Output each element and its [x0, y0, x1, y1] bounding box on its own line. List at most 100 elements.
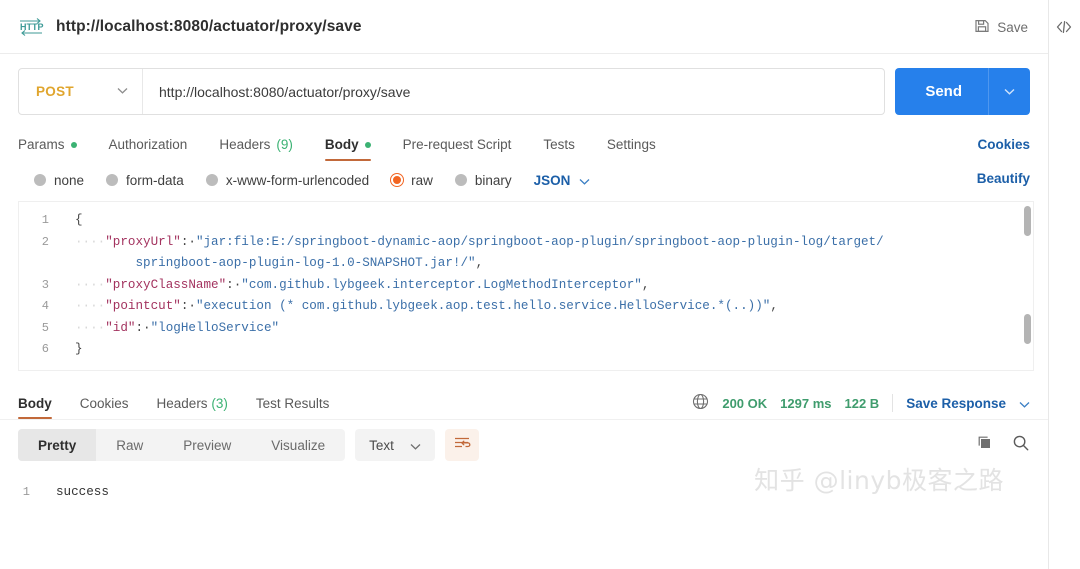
- line-content: ····"pointcut":·"execution (* com.github…: [61, 296, 778, 318]
- cookies-link[interactable]: Cookies: [977, 137, 1030, 152]
- line-content: springboot-aop-plugin-log-1.0-SNAPSHOT.j…: [61, 253, 483, 275]
- line-content: ····"proxyUrl":·"jar:file:E:/springboot-…: [61, 232, 884, 254]
- view-mode-preview[interactable]: Preview: [163, 429, 251, 461]
- request-body-editor[interactable]: 1 { 2 ····"proxyUrl":·"jar:file:E:/sprin…: [18, 201, 1034, 371]
- body-type-raw[interactable]: raw: [391, 173, 433, 188]
- body-type-form-data[interactable]: form-data: [106, 173, 184, 188]
- tab-authorization-label: Authorization: [109, 137, 188, 152]
- response-line-content: success: [42, 482, 109, 502]
- code-line-wrapped: springboot-aop-plugin-log-1.0-SNAPSHOT.j…: [19, 253, 1033, 275]
- send-button[interactable]: Send: [895, 68, 988, 115]
- body-type-binary-label: binary: [475, 173, 512, 188]
- line-number: 3: [19, 275, 61, 297]
- response-meta: 200 OK 1297 ms 122 B Save Response: [692, 393, 1030, 413]
- code-brackets-icon[interactable]: [1049, 14, 1080, 40]
- request-header: HTTP http://localhost:8080/actuator/prox…: [0, 0, 1048, 54]
- response-tab-test-results[interactable]: Test Results: [242, 396, 344, 419]
- response-format-dropdown[interactable]: Text: [355, 429, 435, 461]
- tab-authorization[interactable]: Authorization: [93, 137, 204, 161]
- body-type-urlencoded[interactable]: x-www-form-urlencoded: [206, 173, 369, 188]
- response-tab-cookies[interactable]: Cookies: [66, 396, 143, 419]
- radio-icon: [34, 174, 46, 186]
- globe-icon: [692, 393, 709, 413]
- radio-icon: [455, 174, 467, 186]
- tab-body-label: Body: [325, 137, 359, 152]
- tab-pre-request-script-label: Pre-request Script: [403, 137, 512, 152]
- save-button[interactable]: Save: [968, 13, 1034, 42]
- chevron-down-icon: [117, 87, 128, 97]
- chevron-down-icon[interactable]: [1019, 396, 1030, 411]
- word-wrap-icon: [453, 435, 471, 456]
- body-format-dropdown[interactable]: JSON: [534, 173, 591, 188]
- header-actions: Save: [968, 0, 1034, 54]
- line-content: }: [61, 339, 83, 361]
- editor-scrollbar[interactable]: [1022, 206, 1031, 366]
- response-time: 1297 ms: [780, 396, 831, 411]
- tab-headers[interactable]: Headers (9): [203, 137, 309, 161]
- response-toolbar-actions: [976, 429, 1030, 461]
- tab-params[interactable]: Params: [18, 137, 93, 161]
- request-tabs: Params Authorization Headers (9) Body Pr…: [0, 127, 1048, 161]
- line-number: 2: [19, 232, 61, 254]
- beautify-link[interactable]: Beautify: [977, 171, 1030, 186]
- response-tab-headers-label: Headers: [157, 396, 208, 411]
- code-line: 6 }: [19, 339, 1033, 361]
- view-mode-raw[interactable]: Raw: [96, 429, 163, 461]
- line-content: {: [61, 210, 83, 232]
- watermark: 知乎 @linyb极客之路: [754, 471, 1004, 491]
- page-title: http://localhost:8080/actuator/proxy/sav…: [56, 18, 362, 36]
- radio-selected-icon: [391, 174, 403, 186]
- tab-body[interactable]: Body: [309, 137, 387, 161]
- editor-lines: 1 { 2 ····"proxyUrl":·"jar:file:E:/sprin…: [19, 202, 1033, 370]
- tab-tests-label: Tests: [543, 137, 575, 152]
- save-response-button[interactable]: Save Response: [906, 396, 1006, 411]
- line-number: 1: [0, 482, 42, 502]
- line-number: 5: [19, 318, 61, 340]
- line-content: ····"proxyClassName":·"com.github.lybgee…: [61, 275, 649, 297]
- tab-settings-label: Settings: [607, 137, 656, 152]
- body-type-binary[interactable]: binary: [455, 173, 512, 188]
- radio-icon: [206, 174, 218, 186]
- method-dropdown[interactable]: POST: [19, 69, 143, 114]
- send-group: Send: [895, 68, 1030, 115]
- right-sidebar: [1048, 0, 1080, 569]
- response-size: 122 B: [844, 396, 879, 411]
- copy-icon[interactable]: [976, 434, 994, 457]
- view-mode-visualize[interactable]: Visualize: [251, 429, 345, 461]
- body-type-urlencoded-label: x-www-form-urlencoded: [226, 173, 369, 188]
- body-format-label: JSON: [534, 173, 571, 188]
- body-type-none-label: none: [54, 173, 84, 188]
- tab-tests[interactable]: Tests: [527, 137, 591, 161]
- body-type-raw-label: raw: [411, 173, 433, 188]
- response-toolbar: Pretty Raw Preview Visualize Text: [0, 419, 1048, 470]
- chevron-down-icon: [410, 438, 421, 453]
- scrollbar-thumb-bottom[interactable]: [1024, 314, 1031, 344]
- response-tab-body[interactable]: Body: [18, 396, 66, 419]
- url-bar: POST http://localhost:8080/actuator/prox…: [0, 54, 1048, 127]
- divider: [892, 394, 893, 412]
- code-line: 4 ····"pointcut":·"execution (* com.gith…: [19, 296, 1033, 318]
- send-options-caret-icon[interactable]: [988, 68, 1030, 115]
- word-wrap-toggle[interactable]: [445, 429, 479, 461]
- response-tab-headers[interactable]: Headers (3): [143, 396, 242, 419]
- tab-pre-request-script[interactable]: Pre-request Script: [387, 137, 528, 161]
- view-mode-pretty[interactable]: Pretty: [18, 429, 96, 461]
- tab-settings[interactable]: Settings: [591, 137, 672, 161]
- postman-request-view: HTTP http://localhost:8080/actuator/prox…: [0, 0, 1080, 569]
- response-tabs: Body Cookies Headers (3) Test Results 20…: [0, 387, 1048, 419]
- code-line: 2 ····"proxyUrl":·"jar:file:E:/springboo…: [19, 232, 1033, 254]
- url-input[interactable]: http://localhost:8080/actuator/proxy/sav…: [143, 69, 884, 114]
- search-icon[interactable]: [1012, 434, 1030, 457]
- line-content: ····"id":·"logHelloService": [61, 318, 279, 340]
- response-view-mode-group: Pretty Raw Preview Visualize: [18, 429, 345, 461]
- response-tab-headers-count: (3): [211, 396, 228, 411]
- response-body: 1 success 知乎 @linyb极客之路: [0, 470, 1048, 544]
- svg-text:HTTP: HTTP: [20, 22, 44, 32]
- scrollbar-thumb-top[interactable]: [1024, 206, 1031, 236]
- main-content: HTTP http://localhost:8080/actuator/prox…: [0, 0, 1048, 569]
- tab-headers-count: (9): [276, 137, 293, 152]
- line-number: 1: [19, 210, 61, 232]
- save-button-label: Save: [997, 20, 1028, 35]
- body-type-none[interactable]: none: [34, 173, 84, 188]
- tab-headers-label: Headers: [219, 137, 270, 152]
